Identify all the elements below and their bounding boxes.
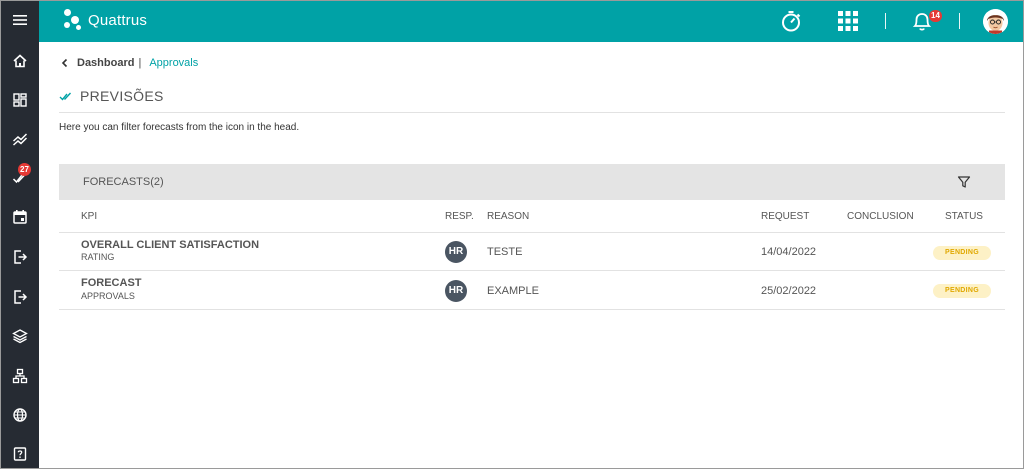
main-content: Dashboard | Approvals PREVISÕES Here you… <box>39 42 1023 468</box>
row-reason: EXAMPLE <box>487 285 539 297</box>
chevron-left-icon[interactable] <box>59 57 71 69</box>
row-kpi-name: FORECAST <box>81 277 142 289</box>
row-request-date: 25/02/2022 <box>761 285 817 297</box>
breadcrumb: Dashboard | Approvals <box>59 57 198 69</box>
row-kpi-type: RATING <box>81 252 115 262</box>
app-window: 27 Quattrus 14 Dashboard | Approvals PRE… <box>0 0 1024 469</box>
help-icon <box>13 447 27 461</box>
column-header-request[interactable]: REQUEST <box>761 211 809 222</box>
app-name: Quattrus <box>88 11 148 29</box>
menu-button[interactable] <box>1 1 39 39</box>
dashboard-icon <box>13 93 27 107</box>
logout-icon <box>14 250 28 264</box>
sidebar-item-dashboard[interactable] <box>1 81 39 119</box>
sidebar: 27 <box>1 1 39 468</box>
menu-icon <box>13 15 27 25</box>
header-divider-line <box>59 232 1005 233</box>
avatar: HR <box>445 280 467 302</box>
apps-grid-icon[interactable] <box>836 9 860 33</box>
column-header-resp[interactable]: RESP. <box>445 211 474 222</box>
forecasts-card-title: FORECASTS(2) <box>83 176 164 188</box>
stopwatch-icon[interactable] <box>779 9 803 33</box>
sidebar-item-globe[interactable] <box>1 396 39 434</box>
layers-icon <box>12 329 28 344</box>
sidebar-item-calendar[interactable] <box>1 198 39 236</box>
filter-icon[interactable] <box>957 175 971 189</box>
row-reason: TESTE <box>487 246 523 258</box>
exit-icon <box>14 290 28 304</box>
sidebar-item-home[interactable] <box>1 42 39 80</box>
breadcrumb-approvals-link[interactable]: Approvals <box>149 57 198 69</box>
column-header-reason[interactable]: REASON <box>487 211 529 222</box>
status-badge: PENDING <box>933 284 991 298</box>
column-header-status[interactable]: STATUS <box>945 211 983 222</box>
app-logo[interactable]: Quattrus <box>63 9 147 31</box>
sidebar-item-help[interactable] <box>1 435 39 468</box>
row-kpi-type: APPROVALS <box>81 291 135 301</box>
column-header-kpi[interactable]: KPI <box>81 211 97 222</box>
title-divider <box>59 112 1005 113</box>
sidebar-item-approvals[interactable]: 27 <box>1 159 39 197</box>
hierarchy-icon <box>12 368 28 384</box>
row-kpi-name: OVERALL CLIENT SATISFACTION <box>81 239 260 251</box>
globe-icon <box>13 408 27 422</box>
calendar-icon <box>13 210 27 224</box>
page-title: PREVISÕES <box>80 88 164 104</box>
page-description: Here you can filter forecasts from the i… <box>59 122 300 133</box>
avatar-illustration <box>983 9 1008 34</box>
sidebar-item-trends[interactable] <box>1 120 39 158</box>
sidebar-item-layers[interactable] <box>1 317 39 355</box>
notification-badge: 14 <box>929 10 942 22</box>
breadcrumb-separator: | <box>138 57 142 69</box>
column-header-conclusion[interactable]: CONCLUSION <box>847 211 914 222</box>
row-divider-line <box>59 309 1005 310</box>
quattrus-logo-icon <box>63 9 83 31</box>
forecasts-card-header: FORECASTS(2) <box>59 164 1005 200</box>
sidebar-item-logout[interactable] <box>1 238 39 276</box>
double-check-icon <box>59 92 72 101</box>
page-title-row: PREVISÕES <box>59 88 164 104</box>
user-avatar[interactable] <box>983 9 1008 34</box>
sidebar-item-exit[interactable] <box>1 278 39 316</box>
header-divider <box>885 13 886 29</box>
status-badge: PENDING <box>933 246 991 260</box>
approvals-badge: 27 <box>18 163 31 176</box>
header-divider <box>959 13 960 29</box>
home-icon <box>13 54 27 68</box>
avatar: HR <box>445 241 467 263</box>
row-divider-line <box>59 270 1005 271</box>
breadcrumb-dashboard-link[interactable]: Dashboard <box>77 57 134 69</box>
row-request-date: 14/04/2022 <box>761 246 817 258</box>
sidebar-item-hierarchy[interactable] <box>1 357 39 395</box>
top-header: Quattrus 14 <box>39 1 1023 42</box>
trend-icon <box>13 133 28 146</box>
